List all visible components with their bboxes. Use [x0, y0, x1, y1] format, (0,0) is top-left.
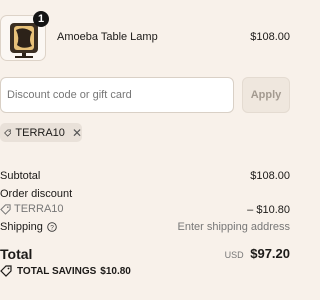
total-savings-label: TOTAL SAVINGS [17, 265, 97, 277]
total-savings-value: $10.80 [100, 265, 131, 277]
tag-icon [4, 129, 12, 137]
total-savings-row: TOTAL SAVINGS $10.80 [0, 265, 131, 277]
shipping-row: Shipping ? Enter shipping address [0, 221, 290, 233]
currency-code: USD [224, 250, 244, 260]
order-discount-label: Order discount [0, 188, 73, 200]
subtotal-value: $108.00 [250, 170, 290, 182]
discount-value: – $10.80 [247, 204, 290, 216]
total-row-value: USD $97.20 [225, 246, 290, 261]
remove-discount-icon[interactable]: ✕ [72, 126, 82, 140]
shipping-value: Enter shipping address [177, 221, 290, 233]
total-value: $97.20 [250, 246, 290, 261]
product-name: Amoeba Table Lamp [57, 31, 158, 43]
discount-code-input[interactable] [0, 77, 234, 113]
tag-icon [0, 203, 11, 215]
total-label: Total [0, 246, 33, 262]
subtotal-row: Subtotal $108.00 [0, 170, 290, 182]
discount-code-row: TERRA10 – $10.80 [0, 203, 290, 216]
help-icon[interactable]: ? [47, 222, 57, 232]
order-discount-row: Order discount [0, 188, 290, 200]
shipping-label: Shipping [0, 221, 43, 233]
applied-discount-chip: TERRA10 ✕ [0, 123, 82, 142]
apply-discount-button[interactable]: Apply [242, 77, 290, 113]
subtotal-label: Subtotal [0, 170, 41, 182]
product-price: $108.00 [250, 31, 290, 43]
svg-text:?: ? [50, 225, 54, 232]
quantity-badge: 1 [33, 11, 49, 27]
applied-discount-code: TERRA10 [15, 126, 65, 139]
tag-icon [0, 265, 12, 277]
discount-code-summary: TERRA10 [14, 203, 64, 215]
